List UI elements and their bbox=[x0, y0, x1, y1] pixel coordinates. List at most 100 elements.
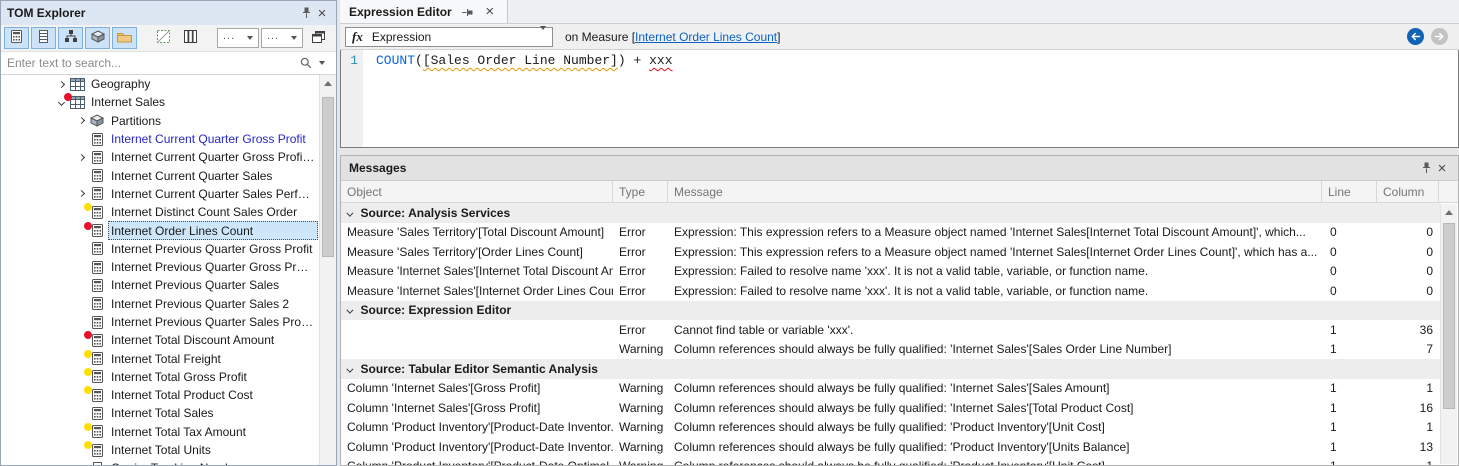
message-row[interactable]: Measure 'Internet Sales'[Internet Order … bbox=[341, 281, 1440, 301]
tree-item[interactable]: Internet Total Sales bbox=[1, 404, 336, 422]
tree-scrollbar[interactable] bbox=[319, 75, 336, 465]
chevron-right-icon[interactable] bbox=[73, 191, 89, 196]
column-chooser-button[interactable] bbox=[178, 27, 203, 49]
message-line: 0 bbox=[1322, 245, 1377, 259]
message-row[interactable]: WarningColumn references should always b… bbox=[341, 340, 1440, 360]
tree-item[interactable]: Internet Previous Quarter Sales Prop... bbox=[1, 313, 336, 331]
measure-icon bbox=[89, 443, 105, 457]
scroll-up-icon[interactable] bbox=[320, 75, 336, 92]
context-object-link[interactable]: Internet Order Lines Count bbox=[635, 30, 777, 44]
folder-icon bbox=[117, 31, 132, 46]
scroll-up-icon[interactable] bbox=[1441, 204, 1457, 221]
tree-item[interactable]: Internet Previous Quarter Sales 2 bbox=[1, 295, 336, 313]
messages-title: Messages bbox=[349, 161, 406, 175]
chevron-right-icon[interactable] bbox=[73, 118, 89, 123]
message-row[interactable]: Measure 'Sales Territory'[Order Lines Co… bbox=[341, 242, 1440, 262]
chevron-right-icon[interactable] bbox=[53, 82, 69, 87]
tree-item-label: Partitions bbox=[108, 114, 164, 128]
message-group-header[interactable]: Source: Analysis Services bbox=[341, 203, 1440, 223]
panel-title: TOM Explorer bbox=[7, 6, 85, 20]
chevron-right-icon[interactable] bbox=[73, 155, 89, 160]
partitions-icon bbox=[91, 30, 105, 46]
tree-item[interactable]: Carrier Tracking Number bbox=[1, 459, 336, 465]
partitions-filter-button[interactable] bbox=[85, 27, 110, 49]
column-header-column[interactable]: Column bbox=[1377, 181, 1439, 202]
search-icon[interactable] bbox=[298, 55, 314, 71]
filter-dropdown-2[interactable]: ... bbox=[261, 28, 303, 48]
code-editor[interactable]: 1 COUNT([Sales Order Line Number]) + xxx bbox=[340, 50, 1459, 148]
table-icon bbox=[69, 77, 85, 91]
tree-item[interactable]: Internet Previous Quarter Gross Profi... bbox=[1, 258, 336, 276]
message-group-header[interactable]: Source: Tabular Editor Semantic Analysis bbox=[341, 359, 1440, 379]
tree-item[interactable]: Geography bbox=[1, 75, 336, 93]
column-icon bbox=[39, 30, 48, 46]
message-row[interactable]: Column 'Product Inventory'[Product-Date … bbox=[341, 418, 1440, 438]
pin-icon[interactable] bbox=[1418, 160, 1434, 176]
display-options-button[interactable] bbox=[151, 27, 176, 49]
message-column: 0 bbox=[1377, 225, 1439, 239]
message-row[interactable]: ErrorCannot find table or variable 'xxx'… bbox=[341, 320, 1440, 340]
tree-item[interactable]: Internet Current Quarter Sales bbox=[1, 166, 336, 184]
message-row[interactable]: Column 'Internet Sales'[Gross Profit]War… bbox=[341, 379, 1440, 399]
columns-filter-button[interactable] bbox=[31, 27, 56, 49]
message-column: 13 bbox=[1377, 440, 1439, 454]
close-icon[interactable]: × bbox=[1434, 160, 1450, 176]
tab-expression-editor[interactable]: Expression Editor × bbox=[340, 0, 508, 23]
cascade-windows-button[interactable] bbox=[306, 27, 331, 49]
search-input[interactable] bbox=[7, 56, 298, 70]
folders-filter-button[interactable] bbox=[112, 27, 137, 49]
close-icon[interactable]: × bbox=[482, 4, 498, 20]
panel-splitter[interactable] bbox=[340, 148, 1459, 155]
message-line: 1 bbox=[1322, 401, 1377, 415]
tree-item[interactable]: Internet Current Quarter Sales Perfor... bbox=[1, 185, 336, 203]
app-root: TOM Explorer × ...... GeographyInternet … bbox=[0, 0, 1459, 466]
dropdown-label: ... bbox=[223, 30, 235, 42]
property-selector-dropdown[interactable]: fx Expression bbox=[345, 27, 553, 47]
message-line: 1 bbox=[1322, 323, 1377, 337]
tree-item[interactable]: Internet Total Freight bbox=[1, 349, 336, 367]
tree-item[interactable]: Internet Order Lines Count bbox=[1, 221, 336, 239]
filter-dropdown-1[interactable]: ... bbox=[217, 28, 259, 48]
hierarchies-filter-button[interactable] bbox=[58, 27, 83, 49]
table-icon bbox=[69, 95, 85, 109]
back-button[interactable] bbox=[1407, 28, 1424, 45]
tree-item[interactable]: Partitions bbox=[1, 112, 336, 130]
tree-item-label: Internet Current Quarter Sales bbox=[108, 169, 275, 183]
message-row[interactable]: Measure 'Internet Sales'[Internet Total … bbox=[341, 262, 1440, 282]
tree-item[interactable]: Internet Previous Quarter Gross Profit bbox=[1, 240, 336, 258]
message-row[interactable]: Measure 'Sales Territory'[Total Discount… bbox=[341, 223, 1440, 243]
tree-item[interactable]: Internet Previous Quarter Sales bbox=[1, 276, 336, 294]
tree-item-label: Internet Previous Quarter Gross Profi... bbox=[108, 260, 318, 274]
tree-item[interactable]: Internet Total Tax Amount bbox=[1, 423, 336, 441]
tree-item[interactable]: Internet Sales bbox=[1, 93, 336, 111]
tree-item[interactable]: Internet Total Units bbox=[1, 441, 336, 459]
pin-icon[interactable] bbox=[459, 4, 475, 20]
code-token: [Sales Order Line Number] bbox=[423, 53, 618, 68]
pin-icon[interactable] bbox=[298, 5, 314, 21]
tree-scrollbar-thumb[interactable] bbox=[322, 97, 334, 257]
column-header-object[interactable]: Object bbox=[341, 181, 613, 202]
message-row[interactable]: Column 'Internet Sales'[Gross Profit]War… bbox=[341, 398, 1440, 418]
search-options-caret-icon[interactable] bbox=[314, 55, 330, 71]
diagonal-box-icon bbox=[157, 30, 170, 46]
tree-item[interactable]: Internet Current Quarter Gross Profit... bbox=[1, 148, 336, 166]
measures-filter-button[interactable] bbox=[4, 27, 29, 49]
tree-item[interactable]: Internet Current Quarter Gross Profit bbox=[1, 130, 336, 148]
column-header-message[interactable]: Message bbox=[668, 181, 1322, 202]
tree-item[interactable]: Internet Total Gross Profit bbox=[1, 368, 336, 386]
column-header-line[interactable]: Line bbox=[1322, 181, 1377, 202]
message-group-header[interactable]: Source: Expression Editor bbox=[341, 301, 1440, 321]
message-row[interactable]: Column 'Product Inventory'[Product-Date … bbox=[341, 457, 1440, 466]
code-line[interactable]: COUNT([Sales Order Line Number]) + xxx bbox=[363, 50, 673, 147]
message-row[interactable]: Column 'Product Inventory'[Product-Date … bbox=[341, 437, 1440, 457]
close-icon[interactable]: × bbox=[314, 5, 330, 21]
forward-button[interactable] bbox=[1431, 28, 1448, 45]
tree-item[interactable]: Internet Distinct Count Sales Order bbox=[1, 203, 336, 221]
column-header-type[interactable]: Type bbox=[613, 181, 668, 202]
messages-scrollbar-thumb[interactable] bbox=[1443, 223, 1455, 409]
tree-item[interactable]: Internet Total Product Cost bbox=[1, 386, 336, 404]
tree-item[interactable]: Internet Total Discount Amount bbox=[1, 331, 336, 349]
message-type: Warning bbox=[613, 381, 668, 395]
messages-scrollbar[interactable] bbox=[1440, 204, 1457, 464]
message-object: Measure 'Internet Sales'[Internet Total … bbox=[341, 264, 613, 278]
